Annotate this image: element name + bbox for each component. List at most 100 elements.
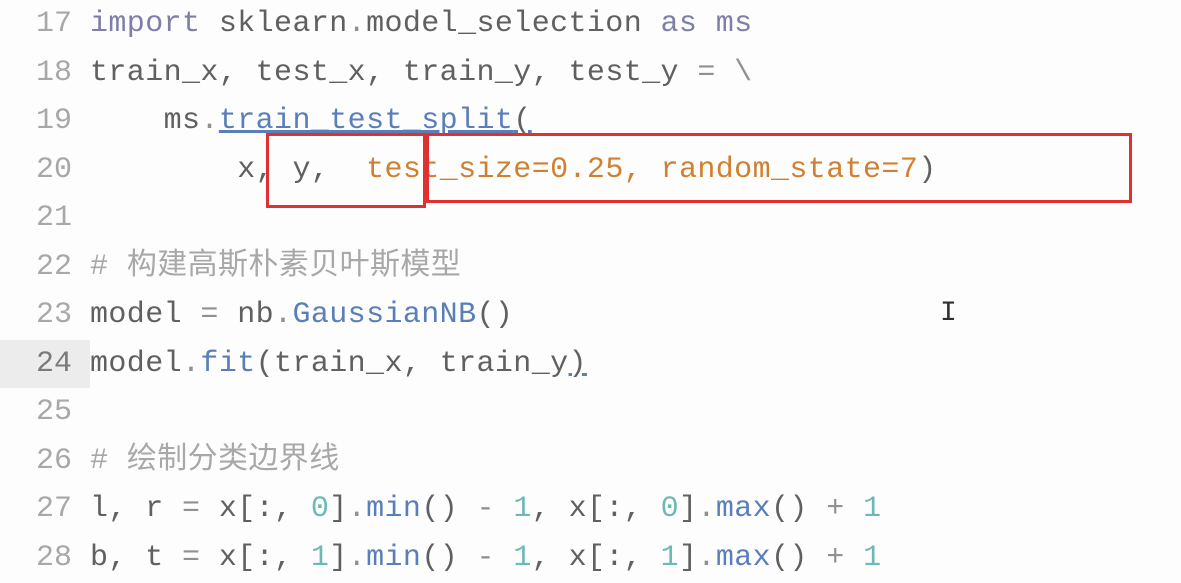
line-number: 23 xyxy=(0,291,90,340)
code-token: 1 xyxy=(513,492,531,526)
code-token: 1 xyxy=(863,492,881,526)
code-token: ) xyxy=(918,153,936,187)
code-token: model_selection xyxy=(366,7,642,41)
code-token: , xyxy=(532,541,569,575)
code-token: = xyxy=(697,56,715,90)
code-content[interactable]: model.fit(train_x, train_y) xyxy=(90,340,587,389)
code-token: 1 xyxy=(661,541,679,575)
code-token: 0 xyxy=(311,492,329,526)
code-line[interactable]: 25 xyxy=(0,388,1181,437)
code-token: - xyxy=(477,492,495,526)
line-number: 19 xyxy=(0,97,90,146)
code-token: () xyxy=(421,492,458,526)
code-token: train_x xyxy=(90,56,219,90)
line-number: 26 xyxy=(0,437,90,486)
code-token: 1 xyxy=(513,541,531,575)
line-number: 22 xyxy=(0,243,90,292)
line-number: 18 xyxy=(0,49,90,98)
code-token: x xyxy=(237,153,255,187)
code-token xyxy=(808,541,826,575)
code-token: 绘制分类边界线 xyxy=(127,444,340,478)
code-line[interactable]: 24model.fit(train_x, train_y) xyxy=(0,340,1181,389)
code-content[interactable]: # 绘制分类边界线 xyxy=(90,437,340,486)
code-content[interactable]: # 构建高斯朴素贝叶斯模型 xyxy=(90,243,461,292)
code-token: train_test_split xyxy=(219,104,513,138)
code-line[interactable]: 22# 构建高斯朴素贝叶斯模型 xyxy=(0,243,1181,292)
code-editor[interactable]: I 17import sklearn.model_selection as ms… xyxy=(0,0,1181,583)
line-number: 27 xyxy=(0,485,90,534)
code-token: x xyxy=(569,541,587,575)
code-line[interactable]: 28b, t = x[:, 1].min() - 1, x[:, 1].max(… xyxy=(0,534,1181,583)
code-token: , xyxy=(532,492,569,526)
code-token: [ xyxy=(587,541,605,575)
code-token: : xyxy=(256,541,274,575)
code-token: , xyxy=(219,56,256,90)
code-token xyxy=(164,541,182,575)
code-token: model xyxy=(90,347,182,381)
code-token: x xyxy=(219,492,237,526)
code-token: () xyxy=(771,492,808,526)
code-token xyxy=(200,492,218,526)
code-token: ms xyxy=(164,104,201,138)
code-token: r xyxy=(145,492,163,526)
code-line[interactable]: 23model = nb.GaussianNB() xyxy=(0,291,1181,340)
code-token: . xyxy=(348,541,366,575)
code-line[interactable]: 20 x, y, test_size=0.25, random_state=7) xyxy=(0,146,1181,195)
code-line[interactable]: 21 xyxy=(0,194,1181,243)
code-token xyxy=(716,56,734,90)
code-token: [ xyxy=(587,492,605,526)
code-line[interactable]: 17import sklearn.model_selection as ms xyxy=(0,0,1181,49)
code-token xyxy=(495,541,513,575)
code-token: test_x xyxy=(256,56,366,90)
code-token: , xyxy=(274,492,311,526)
code-content[interactable]: l, r = x[:, 0].min() - 1, x[:, 0].max() … xyxy=(90,485,881,534)
code-content[interactable]: b, t = x[:, 1].min() - 1, x[:, 1].max() … xyxy=(90,534,881,583)
line-number: 17 xyxy=(0,0,90,49)
code-token: ( xyxy=(513,104,531,138)
code-token: . xyxy=(348,7,366,41)
code-token: GaussianNB xyxy=(292,298,476,332)
code-content[interactable]: ms.train_test_split( xyxy=(90,97,532,146)
code-token xyxy=(845,492,863,526)
code-line[interactable]: 18train_x, test_x, train_y, test_y = \ xyxy=(0,49,1181,98)
code-token: ms xyxy=(716,7,753,41)
code-token: , xyxy=(108,492,145,526)
code-token: 0.25 xyxy=(550,153,624,187)
code-token: # xyxy=(90,250,127,284)
line-number: 20 xyxy=(0,146,90,195)
code-token: () xyxy=(771,541,808,575)
code-token: fit xyxy=(200,347,255,381)
code-token: () xyxy=(476,298,513,332)
code-token: : xyxy=(256,492,274,526)
code-token: () xyxy=(421,541,458,575)
code-token: , xyxy=(624,541,661,575)
code-token: random_state xyxy=(661,153,882,187)
code-line[interactable]: 27l, r = x[:, 0].min() - 1, x[:, 0].max(… xyxy=(0,485,1181,534)
code-token: ) xyxy=(569,347,587,381)
code-token: , xyxy=(108,541,145,575)
code-token: train_y xyxy=(440,347,569,381)
code-token: . xyxy=(274,298,292,332)
code-token: = xyxy=(182,541,200,575)
code-content[interactable]: train_x, test_x, train_y, test_y = \ xyxy=(90,49,753,98)
code-content[interactable]: import sklearn.model_selection as ms xyxy=(90,0,753,49)
code-token: , xyxy=(532,56,569,90)
code-token: ] xyxy=(679,541,697,575)
code-line[interactable]: 26# 绘制分类边界线 xyxy=(0,437,1181,486)
code-line[interactable]: 19 ms.train_test_split( xyxy=(0,97,1181,146)
code-token: train_y xyxy=(403,56,532,90)
code-token: = xyxy=(200,298,218,332)
code-token: + xyxy=(826,541,844,575)
code-content[interactable]: model = nb.GaussianNB() xyxy=(90,291,513,340)
code-token xyxy=(200,541,218,575)
code-token: test_size xyxy=(366,153,532,187)
code-token: 7 xyxy=(900,153,918,187)
code-token: l xyxy=(90,492,108,526)
code-content[interactable]: x, y, test_size=0.25, random_state=7) xyxy=(90,146,937,195)
code-token xyxy=(219,298,237,332)
code-token: , xyxy=(624,492,661,526)
code-token xyxy=(90,104,164,138)
code-token: , xyxy=(256,153,293,187)
code-token: : xyxy=(605,541,623,575)
code-token xyxy=(808,492,826,526)
